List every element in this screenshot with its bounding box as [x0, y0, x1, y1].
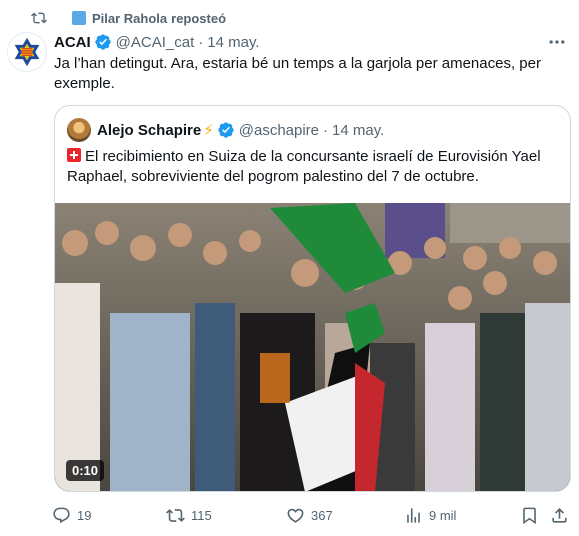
bookmark-button[interactable]: [520, 504, 539, 526]
repost-icon: [30, 10, 48, 26]
bookmark-icon: [523, 507, 536, 524]
lightning-icon: ⚡: [203, 122, 214, 139]
quoted-tweet[interactable]: Alejo Schapire ⚡ @aschapire · 14 may. El…: [54, 105, 571, 492]
repost-icon: [166, 508, 185, 522]
reply-icon: [53, 507, 70, 523]
repost-button[interactable]: 115: [166, 504, 212, 526]
tweet-date[interactable]: 14 may.: [207, 34, 259, 51]
like-icon: [287, 508, 304, 523]
quoted-author-name: Alejo Schapire: [97, 121, 202, 139]
verified-badge-icon: [217, 121, 235, 139]
repost-count: 115: [191, 507, 212, 523]
swiss-flag-icon: [67, 148, 81, 162]
reply-button[interactable]: 19: [52, 504, 91, 526]
more-icon[interactable]: [547, 32, 567, 53]
quoted-avatar: [67, 118, 91, 142]
share-button[interactable]: [550, 504, 569, 526]
like-count: 367: [311, 507, 333, 523]
repost-label: reposteó: [171, 10, 227, 26]
video-timestamp: 0:10: [66, 460, 105, 481]
repost-context[interactable]: Pilar Rahola reposteó: [30, 8, 226, 28]
like-button[interactable]: 367: [286, 504, 333, 526]
repost-user[interactable]: Pilar Rahola: [92, 11, 167, 26]
quoted-author-handle: @aschapire: [238, 121, 320, 139]
flag-emoji-icon: [72, 11, 86, 25]
action-bar: 19 115 367 9 mil: [52, 504, 569, 526]
quoted-tweet-text: El recibimiento en Suiza de la concursan…: [67, 147, 562, 187]
separator-dot: ·: [323, 121, 329, 139]
quoted-tweet-header: Alejo Schapire ⚡ @aschapire · 14 may.: [67, 118, 384, 142]
video-player[interactable]: 0:10: [55, 203, 570, 491]
views-icon: [407, 507, 420, 523]
views-count: 9 mil: [429, 507, 457, 523]
tweet-header: ACAI @ACAI_cat · 14 may.: [54, 32, 569, 52]
separator-dot: ·: [198, 33, 204, 51]
video-frame: [55, 203, 570, 491]
author-handle[interactable]: @ACAI_cat: [116, 34, 195, 51]
quoted-tweet-body: El recibimiento en Suiza de la concursan…: [67, 148, 541, 185]
author-name[interactable]: ACAI: [54, 34, 91, 51]
reply-count: 19: [77, 507, 92, 523]
verified-badge-icon: [94, 33, 112, 51]
share-icon: [552, 507, 567, 523]
star-of-david-icon: [14, 37, 40, 67]
tweet-text: Ja l’han detingut. Ara, estaria bé un te…: [54, 55, 541, 92]
quoted-tweet-date: 14 may.: [332, 121, 385, 139]
avatar[interactable]: [7, 32, 47, 72]
views-button[interactable]: 9 mil: [404, 504, 456, 526]
